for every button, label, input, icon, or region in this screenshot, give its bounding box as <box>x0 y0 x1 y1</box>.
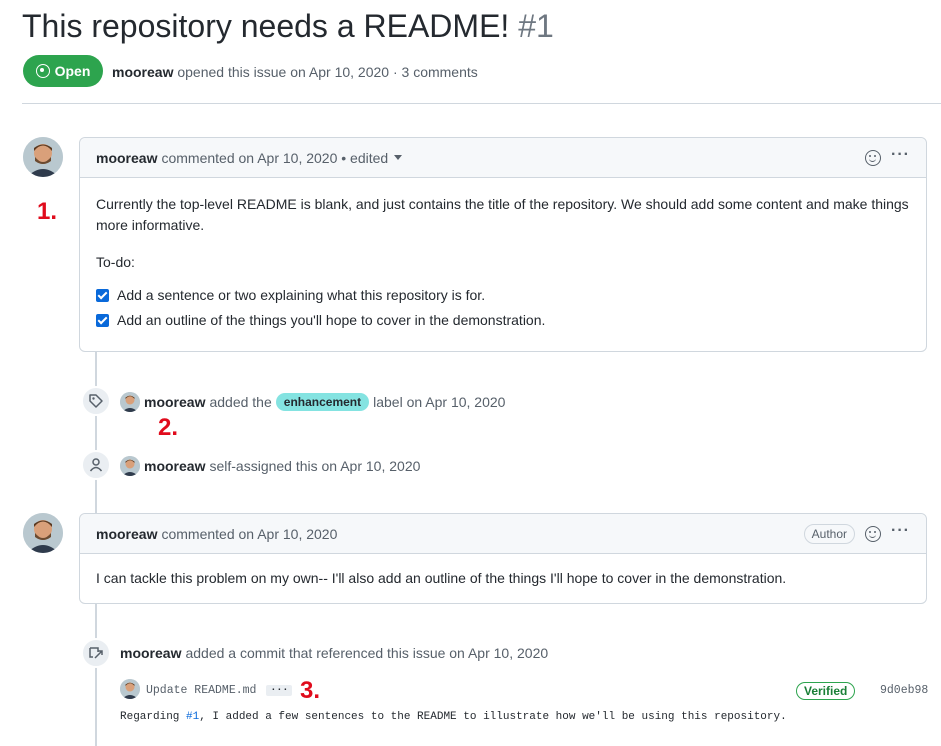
kebab-icon[interactable]: ··· <box>891 523 910 539</box>
issue-opened-icon <box>35 64 50 78</box>
issue-meta: mooreaw opened this issue on Apr 10, 202… <box>112 64 478 80</box>
issue-number: #1 <box>518 8 554 44</box>
comment-meta: commented on Apr 10, 2020 <box>161 525 338 542</box>
event-author-link[interactable]: mooreaw <box>120 645 181 661</box>
issue-state-label: Open <box>54 63 91 79</box>
issue-author-link[interactable]: mooreaw <box>112 64 173 80</box>
commit-message-post: , I added a few sentences to the README … <box>199 711 787 723</box>
avatar[interactable] <box>23 513 63 553</box>
avatar[interactable] <box>120 456 140 476</box>
commit-message-pre: Regarding <box>120 711 187 723</box>
issue-meta-text: opened this issue on Apr 10, 2020 · 3 co… <box>177 64 478 80</box>
avatar-image <box>23 513 63 553</box>
header-divider <box>22 103 941 104</box>
event-text: added a commit that referenced this issu… <box>185 645 549 661</box>
comment-author-link[interactable]: mooreaw <box>96 526 157 542</box>
comment-paragraph: I can tackle this problem on my own-- I'… <box>96 570 787 586</box>
comment-paragraph: Currently the top-level README is blank,… <box>96 196 909 233</box>
verified-badge[interactable]: Verified <box>796 682 856 700</box>
event-author-link[interactable]: mooreaw <box>144 394 205 410</box>
smiley-icon[interactable] <box>865 526 882 542</box>
person-icon <box>89 458 103 472</box>
comment-box-2: mooreaw commented on Apr 10, 2020 Author… <box>79 513 927 604</box>
author-badge: Author <box>803 524 856 544</box>
comment-header: mooreaw commented on Apr 10, 2020 • edit… <box>80 138 926 178</box>
avatar[interactable] <box>23 137 63 177</box>
label-enhancement[interactable]: enhancement <box>275 393 370 411</box>
annotation-marker-1: 1. <box>37 198 58 225</box>
timeline-event-assign <box>81 450 111 480</box>
comment-box-1: mooreaw commented on Apr 10, 2020 • edit… <box>79 137 927 352</box>
task-label: Add an outline of the things you'll hope… <box>117 312 546 328</box>
label-event-text: mooreaw added the enhancement label on A… <box>144 392 505 412</box>
avatar-image <box>23 137 63 177</box>
annotation-marker-3: 3. <box>300 677 321 704</box>
annotation-marker-2: 2. <box>158 414 179 441</box>
commit-sha-link[interactable]: 9d0eb98 <box>880 684 928 697</box>
comment-body: Currently the top-level README is blank,… <box>80 178 926 351</box>
kebab-icon[interactable]: ··· <box>891 147 910 163</box>
edit-history-dropdown-icon[interactable] <box>394 155 403 160</box>
comment-body: I can tackle this problem on my own-- I'… <box>80 554 926 603</box>
comment-meta: commented on Apr 10, 2020 • edited <box>161 149 389 166</box>
event-text-post: label on Apr 10, 2020 <box>373 394 506 410</box>
task-label: Add a sentence or two explaining what th… <box>117 287 486 303</box>
comment-header: mooreaw commented on Apr 10, 2020 Author… <box>80 514 926 554</box>
timeline-event-tag <box>81 386 111 416</box>
commit-expand-button[interactable]: ··· <box>266 684 293 696</box>
commit-title-link[interactable]: Update README.md <box>146 684 256 697</box>
timeline-event-commit <box>81 638 111 668</box>
task-checkbox[interactable] <box>96 289 109 302</box>
avatar[interactable] <box>120 679 140 699</box>
issue-title-text: This repository needs a README! <box>22 8 510 44</box>
avatar-image <box>120 679 140 699</box>
task-item: Add a sentence or two explaining what th… <box>96 285 910 306</box>
avatar-image <box>120 392 140 412</box>
commit-event-text: mooreaw added a commit that referenced t… <box>120 644 548 662</box>
assign-event-text: mooreaw self-assigned this on Apr 10, 20… <box>144 456 420 476</box>
task-item: Add an outline of the things you'll hope… <box>96 310 910 331</box>
todo-heading: To-do: <box>96 254 135 270</box>
commit-row: Update README.md ··· <box>146 683 293 697</box>
event-author-link[interactable]: mooreaw <box>144 458 205 474</box>
commit-message: Regarding #1, I added a few sentences to… <box>120 711 787 723</box>
issue-state-badge: Open <box>23 55 103 87</box>
avatar[interactable] <box>120 392 140 412</box>
smiley-icon[interactable] <box>865 150 882 166</box>
event-text-pre: added the <box>209 394 272 410</box>
event-text: self-assigned this on Apr 10, 2020 <box>209 458 421 474</box>
avatar-image <box>120 456 140 476</box>
cross-reference-icon <box>89 647 103 659</box>
tag-icon <box>89 394 103 408</box>
task-checkbox[interactable] <box>96 314 109 327</box>
issue-reference-link[interactable]: #1 <box>186 711 199 723</box>
comment-author-link[interactable]: mooreaw <box>96 150 157 166</box>
issue-title: This repository needs a README! #1 <box>22 8 554 45</box>
